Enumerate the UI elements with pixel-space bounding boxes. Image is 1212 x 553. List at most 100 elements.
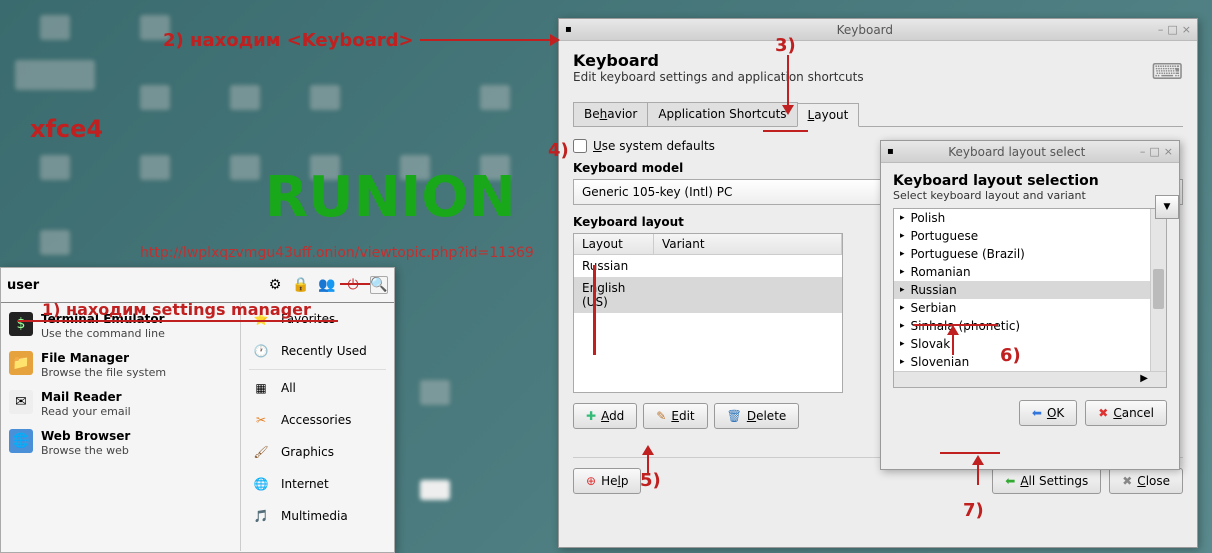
window-menu-icon[interactable]: ▪ <box>887 146 894 157</box>
kbd-heading: Keyboard <box>573 51 1143 70</box>
dlg-titlebar[interactable]: ▪ Keyboard layout select – □ × <box>881 141 1179 163</box>
lang-item-portuguese[interactable]: ▸Portuguese <box>894 227 1166 245</box>
applications-menu: user ⚙ 🔒 👥 ⏻ 🔍 $ Terminal EmulatorUse th… <box>0 267 395 553</box>
cat-favorites[interactable]: ⭐Favorites <box>241 303 394 335</box>
minimize-icon[interactable]: – <box>1140 145 1146 158</box>
cat-accessories[interactable]: ✂Accessories <box>241 404 394 436</box>
maximize-icon[interactable]: □ <box>1167 23 1177 36</box>
brush-icon: 🖌 <box>251 442 271 462</box>
scissors-icon: ✂ <box>251 410 271 430</box>
help-button[interactable]: ⊕Help <box>573 468 641 494</box>
app-terminal[interactable]: $ Terminal EmulatorUse the command line <box>1 307 240 346</box>
cancel-icon: ✖ <box>1098 406 1108 420</box>
layout-row-russian[interactable]: Russian <box>574 255 842 277</box>
all-settings-button[interactable]: ⬅All Settings <box>992 468 1101 494</box>
app-mail[interactable]: ✉ Mail ReaderRead your email <box>1 385 240 424</box>
menu-categories-pane: ⭐Favorites 🕐Recently Used ▦All ✂Accessor… <box>241 303 394 551</box>
col-variant[interactable]: Variant <box>654 234 842 254</box>
desktop-icon <box>230 85 260 110</box>
desktop-icon <box>310 155 340 180</box>
desktop-icon <box>230 155 260 180</box>
lock-icon[interactable]: 🔒 <box>292 276 310 294</box>
cat-graphics[interactable]: 🖌Graphics <box>241 436 394 468</box>
maximize-icon[interactable]: □ <box>1149 145 1159 158</box>
pencil-icon: ✎ <box>656 409 666 423</box>
layout-table: Layout Variant Russian English (US) <box>573 233 843 393</box>
expand-icon: ▸ <box>900 339 905 349</box>
language-list[interactable]: ▸Polish▸Portuguese▸Portuguese (Brazil)▸R… <box>893 208 1167 388</box>
terminal-icon: $ <box>9 312 33 336</box>
layout-row-english[interactable]: English (US) <box>574 277 842 313</box>
expand-icon: ▸ <box>900 303 905 313</box>
desktop-icon <box>420 380 450 405</box>
star-icon: ⭐ <box>251 309 271 329</box>
scrollbar-thumb[interactable] <box>1153 269 1164 309</box>
back-icon: ⬅ <box>1005 474 1015 488</box>
desktop-icon <box>140 155 170 180</box>
window-menu-icon[interactable]: ▪ <box>565 24 572 35</box>
scrollbar-horizontal[interactable]: ▶ <box>894 371 1166 387</box>
settings-manager-icon[interactable]: ⚙ <box>266 276 284 294</box>
annotation-2: 2) находим <Keyboard> <box>163 30 414 51</box>
kbd-titlebar[interactable]: ▪ Keyboard – □ × <box>559 19 1197 41</box>
expand-icon: ▸ <box>900 231 905 241</box>
app-file-manager[interactable]: 📁 File ManagerBrowse the file system <box>1 346 240 385</box>
ok-button[interactable]: ⬅OK <box>1019 400 1077 426</box>
kbd-titlebar-text: Keyboard <box>572 23 1158 37</box>
expand-icon: ▸ <box>900 267 905 277</box>
cat-recent[interactable]: 🕐Recently Used <box>241 335 394 367</box>
close-button[interactable]: ✖Close <box>1109 468 1183 494</box>
tab-shortcuts[interactable]: Application Shortcuts <box>647 102 797 126</box>
col-layout[interactable]: Layout <box>574 234 654 254</box>
lang-item-polish[interactable]: ▸Polish <box>894 209 1166 227</box>
tab-behavior[interactable]: Behavior <box>573 102 648 126</box>
lang-item-sinhala-phonetic-[interactable]: ▸Sinhala (phonetic) <box>894 317 1166 335</box>
cat-all[interactable]: ▦All <box>241 372 394 404</box>
desktop-icon <box>40 230 70 255</box>
edit-button[interactable]: ✎Edit <box>643 403 707 429</box>
expand-icon: ▸ <box>900 321 905 331</box>
cancel-button[interactable]: ✖Cancel <box>1085 400 1167 426</box>
menu-user-label: user <box>7 278 39 293</box>
trash-icon: 🗑 <box>727 409 742 423</box>
ok-icon: ⬅ <box>1032 406 1042 420</box>
lang-item-romanian[interactable]: ▸Romanian <box>894 263 1166 281</box>
globe-icon: 🌐 <box>251 474 271 494</box>
desktop-icon <box>140 85 170 110</box>
delete-button[interactable]: 🗑Delete <box>714 403 800 429</box>
cat-multimedia[interactable]: 🎵Multimedia <box>241 500 394 532</box>
desktop-icon <box>140 15 170 40</box>
users-icon[interactable]: 👥 <box>318 276 336 294</box>
logout-icon[interactable]: ⏻ <box>344 276 362 294</box>
app-browser[interactable]: 🌐 Web BrowserBrowse the web <box>1 424 240 463</box>
model-dropdown-button[interactable]: ▼ <box>1155 195 1179 219</box>
lang-item-slovak[interactable]: ▸Slovak <box>894 335 1166 353</box>
lang-item-portuguese-brazil-[interactable]: ▸Portuguese (Brazil) <box>894 245 1166 263</box>
lang-item-slovenian[interactable]: ▸Slovenian <box>894 353 1166 371</box>
minimize-icon[interactable]: – <box>1158 23 1164 36</box>
search-icon[interactable]: 🔍 <box>370 276 388 294</box>
use-defaults-input[interactable] <box>573 139 587 153</box>
dlg-titlebar-text: Keyboard layout select <box>894 145 1140 159</box>
chevron-down-icon: ▼ <box>1164 202 1171 212</box>
lang-item-serbian[interactable]: ▸Serbian <box>894 299 1166 317</box>
expand-icon: ▸ <box>900 213 905 223</box>
lang-item-russian[interactable]: ▸Russian <box>894 281 1166 299</box>
close-icon[interactable]: × <box>1182 23 1191 36</box>
desktop-icon <box>480 85 510 110</box>
expand-icon: ▸ <box>900 249 905 259</box>
desktop-icon <box>310 85 340 110</box>
desktop-icon <box>480 155 510 180</box>
scrollbar-vertical[interactable] <box>1150 209 1166 371</box>
add-button[interactable]: ✚Add <box>573 403 637 429</box>
dlg-heading: Keyboard layout selection <box>893 173 1167 189</box>
desktop-icon <box>40 15 70 40</box>
mail-icon: ✉ <box>9 390 33 414</box>
globe-icon: 🌐 <box>9 429 33 453</box>
scroll-right-icon[interactable]: ▶ <box>1140 373 1148 384</box>
xfce4-overlay-label: xfce4 <box>30 115 103 143</box>
close-icon[interactable]: × <box>1164 145 1173 158</box>
cat-internet[interactable]: 🌐Internet <box>241 468 394 500</box>
expand-icon: ▸ <box>900 285 905 295</box>
tab-layout[interactable]: Layout <box>797 103 860 127</box>
